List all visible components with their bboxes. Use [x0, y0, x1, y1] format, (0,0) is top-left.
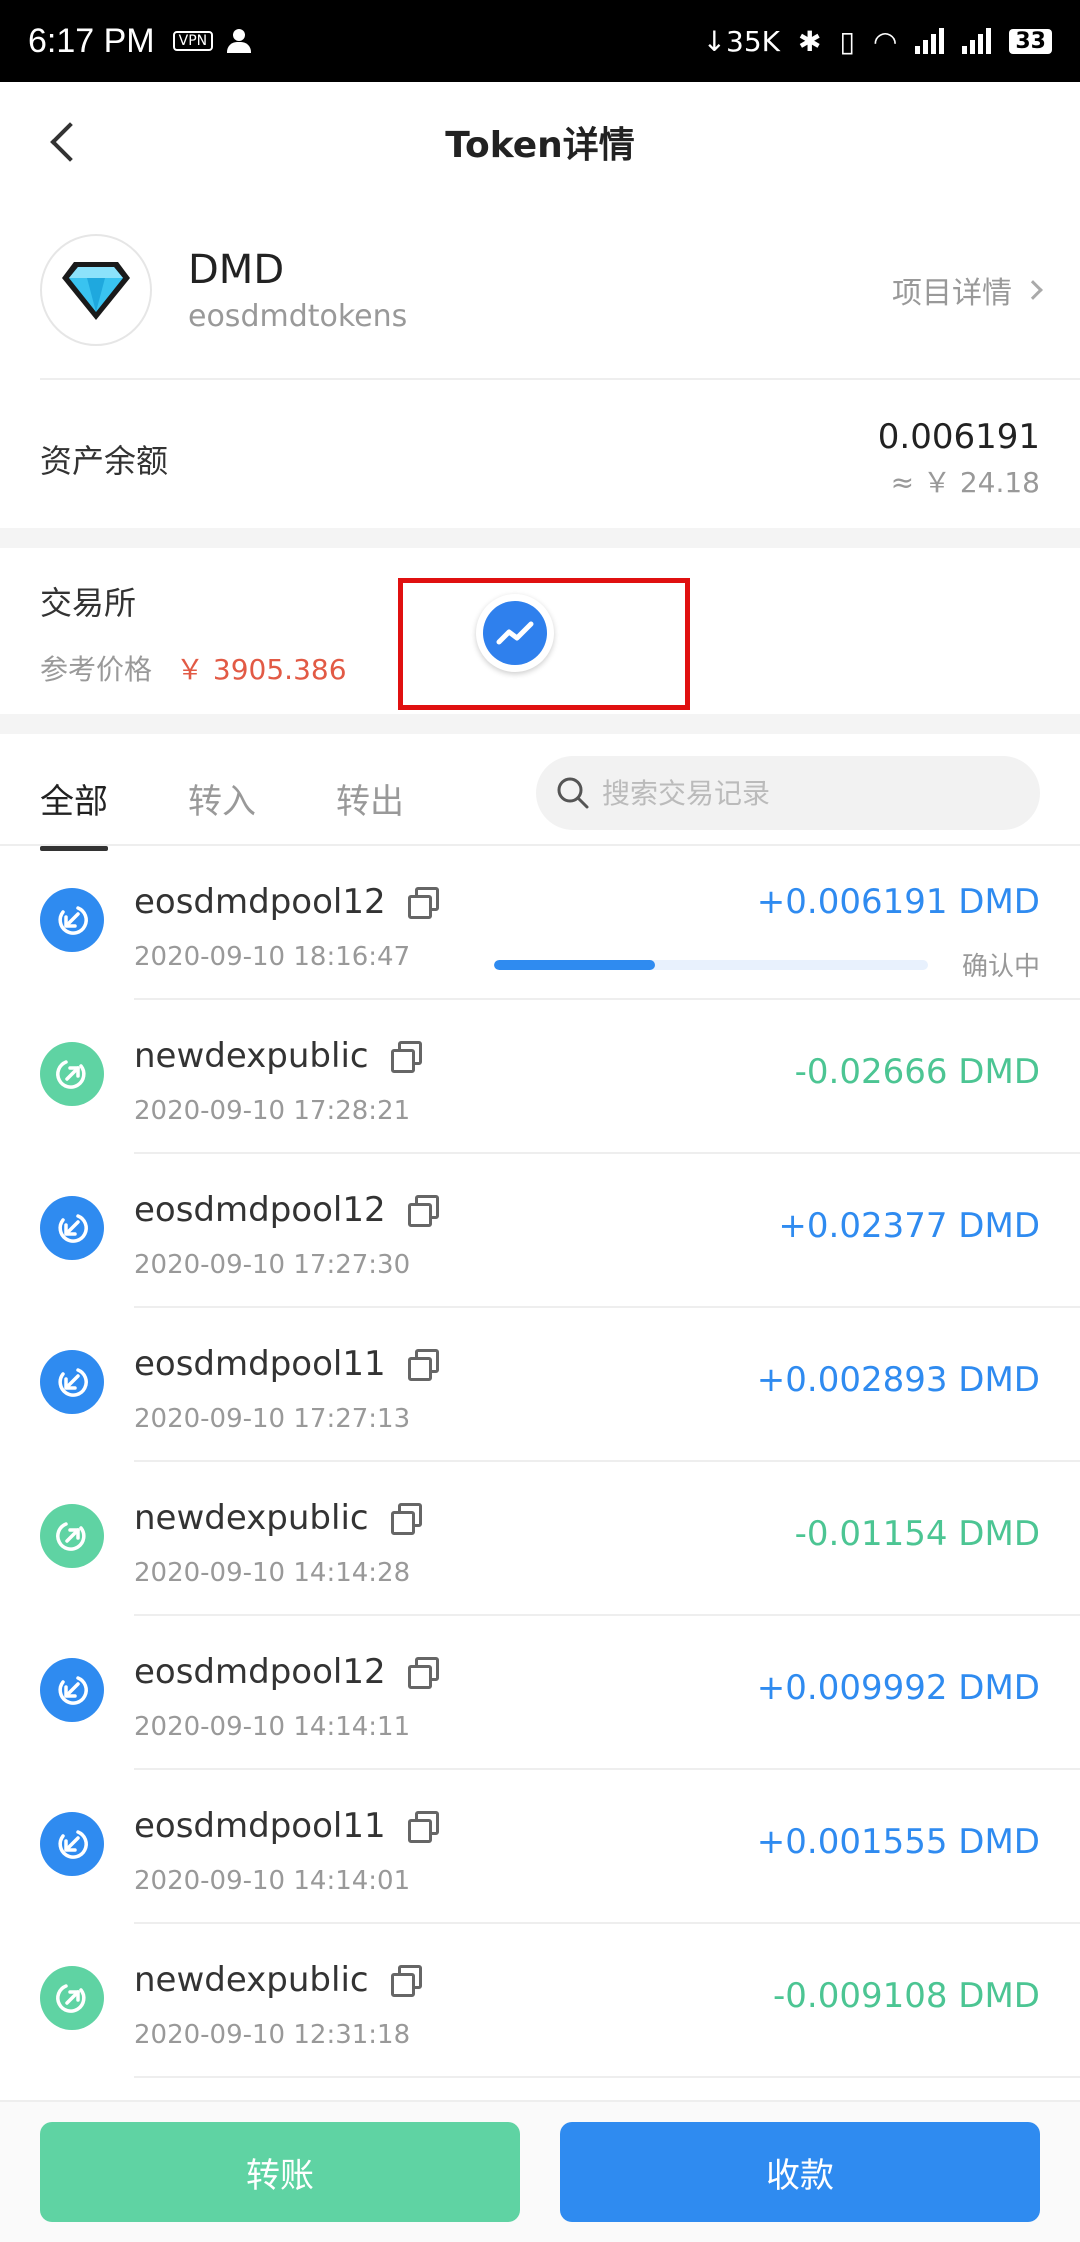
signal-icon: [915, 28, 945, 54]
tx-time: 2020-09-10 17:27:30: [134, 1250, 411, 1280]
tx-amount: +0.002893 DMD: [756, 1360, 1040, 1400]
tx-account: eosdmdpool11: [134, 1806, 386, 1846]
send-icon: [40, 1504, 104, 1568]
tx-account: eosdmdpool12: [134, 1190, 386, 1230]
bluetooth-icon: ✱: [798, 24, 822, 58]
tx-amount: +0.006191 DMD: [756, 882, 1040, 922]
balance-label: 资产余额: [40, 442, 169, 480]
send-icon: [40, 1966, 104, 2030]
signal-icon-2: [962, 28, 992, 54]
list-item[interactable]: newdexpublic 2020-09-10 14:14:28 -0.0115…: [0, 1462, 1080, 1616]
tx-amount: +0.001555 DMD: [756, 1822, 1040, 1862]
page-title: Token详情: [445, 125, 635, 166]
tx-amount: -0.009108 DMD: [772, 1976, 1040, 2016]
copy-icon[interactable]: [390, 1503, 422, 1535]
tab-all[interactable]: 全部: [40, 764, 108, 851]
list-item[interactable]: eosdmdpool12 2020-09-10 17:27:30 +0.0237…: [0, 1154, 1080, 1308]
diamond-icon: [40, 234, 152, 346]
copy-icon[interactable]: [407, 1811, 439, 1843]
reference-price: 参考价格 ￥ 3905.386: [40, 648, 347, 688]
reference-price-label: 参考价格: [40, 653, 153, 686]
tx-time: 2020-09-10 17:27:13: [134, 1404, 411, 1434]
tx-time: 2020-09-10 14:14:28: [134, 1558, 411, 1588]
bottom-action-bar: 转账 收款: [0, 2100, 1080, 2242]
tab-outgoing[interactable]: 转出: [336, 764, 404, 833]
battery-icon: 33: [1009, 28, 1052, 54]
receive-icon: [40, 888, 104, 952]
receive-icon: [40, 1812, 104, 1876]
tx-time: 2020-09-10 12:31:18: [134, 2020, 411, 2050]
list-item[interactable]: newdexpublic 2020-09-10 12:31:18 -0.0091…: [0, 1924, 1080, 2078]
status-bar: 6:17 PM VPN ↓35K ✱ ▯ ◠ 33: [0, 0, 1080, 82]
back-button[interactable]: [36, 114, 92, 170]
section-gap-2: [0, 714, 1080, 734]
token-symbol: DMD: [188, 246, 285, 293]
search-box[interactable]: [536, 756, 1040, 830]
receive-icon: [40, 1350, 104, 1414]
confirm-progress: [494, 960, 928, 970]
reference-price-value: ￥ 3905.386: [176, 653, 347, 686]
tx-amount: +0.02377 DMD: [778, 1206, 1040, 1246]
receive-button[interactable]: 收款: [560, 2122, 1040, 2222]
balance-amount: 0.006191: [877, 417, 1040, 457]
exchange-title: 交易所: [40, 584, 137, 622]
confirm-progress-fill: [494, 960, 655, 970]
tx-time: 2020-09-10 14:14:01: [134, 1866, 411, 1896]
section-gap: [0, 528, 1080, 548]
project-details-label: 项目详情: [892, 276, 1012, 311]
project-details-link[interactable]: 项目详情: [892, 268, 1043, 312]
tx-account: eosdmdpool12: [134, 1652, 386, 1692]
account-icon: [227, 29, 255, 53]
tx-time: 2020-09-10 18:16:47: [134, 942, 411, 972]
tx-amount: +0.009992 DMD: [756, 1668, 1040, 1708]
token-contract: eosdmdtokens: [188, 298, 408, 334]
tab-bar: 全部 转入 转出: [40, 752, 1040, 851]
transaction-list: eosdmdpool12 2020-09-10 18:16:47 +0.0061…: [0, 846, 1080, 2078]
tx-time: 2020-09-10 17:28:21: [134, 1096, 411, 1126]
list-item[interactable]: eosdmdpool12 2020-09-10 14:14:11 +0.0099…: [0, 1616, 1080, 1770]
list-item[interactable]: newdexpublic 2020-09-10 17:28:21 -0.0266…: [0, 1000, 1080, 1154]
receive-icon: [40, 1196, 104, 1260]
receive-icon: [40, 1658, 104, 1722]
list-item[interactable]: eosdmdpool11 2020-09-10 17:27:13 +0.0028…: [0, 1308, 1080, 1462]
copy-icon[interactable]: [390, 1965, 422, 1997]
token-info: DMD eosdmdtokens 项目详情: [40, 232, 1043, 348]
chevron-right-icon: [1023, 280, 1043, 300]
balance-row: 资产余额 0.006191 ≈ ￥ 24.18: [40, 404, 1040, 514]
tx-amount: -0.02666 DMD: [794, 1052, 1040, 1092]
search-icon: [557, 777, 589, 809]
tx-account: eosdmdpool12: [134, 882, 386, 922]
copy-icon[interactable]: [407, 1349, 439, 1381]
search-input[interactable]: [602, 776, 1022, 810]
tx-account: newdexpublic: [134, 1498, 369, 1538]
tx-status: 确认中: [961, 952, 1040, 982]
copy-icon[interactable]: [407, 1657, 439, 1689]
copy-icon[interactable]: [390, 1041, 422, 1073]
net-speed: ↓35K: [702, 24, 781, 58]
copy-icon[interactable]: [407, 1195, 439, 1227]
vibrate-icon: ▯: [839, 24, 855, 58]
exchange-chart-icon[interactable]: [476, 594, 554, 672]
tx-account: newdexpublic: [134, 1960, 369, 2000]
divider: [40, 378, 1080, 380]
nav-header: Token详情: [0, 82, 1080, 202]
send-icon: [40, 1042, 104, 1106]
list-item[interactable]: eosdmdpool12 2020-09-10 18:16:47 +0.0061…: [0, 846, 1080, 1000]
tx-account: eosdmdpool11: [134, 1344, 386, 1384]
status-indicators: ↓35K ✱ ▯ ◠ 33: [703, 25, 1052, 58]
tab-incoming[interactable]: 转入: [188, 764, 256, 833]
vpn-icon: VPN: [172, 31, 214, 51]
transfer-button[interactable]: 转账: [40, 2122, 520, 2222]
list-item[interactable]: eosdmdpool11 2020-09-10 14:14:01 +0.0015…: [0, 1770, 1080, 1924]
wifi-icon: ◠: [872, 24, 898, 58]
tx-account: newdexpublic: [134, 1036, 369, 1076]
status-time: 6:17 PM: [28, 21, 155, 60]
tx-amount: -0.01154 DMD: [794, 1514, 1040, 1554]
copy-icon[interactable]: [407, 887, 439, 919]
tx-time: 2020-09-10 14:14:11: [134, 1712, 411, 1742]
balance-fiat: ≈ ￥ 24.18: [890, 466, 1040, 499]
